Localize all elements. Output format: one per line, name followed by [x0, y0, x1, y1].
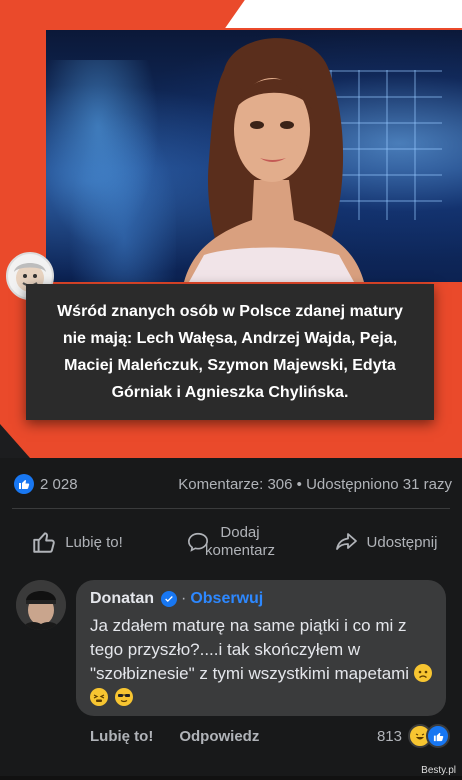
- like-count-icon: [14, 474, 34, 494]
- bottom-bar: [0, 776, 462, 780]
- comment-button-label-line2: komentarz: [204, 542, 276, 559]
- share-icon: [335, 533, 357, 550]
- divider: [12, 508, 450, 509]
- comment-button-label-line1: Dodaj: [220, 524, 260, 541]
- comment-footer: Lubię to! Odpowiedz 813: [90, 724, 450, 748]
- commenter-avatar[interactable]: [16, 580, 66, 630]
- comment-bubble: Donatan · Obserwuj Ja zdałem maturę na s…: [76, 580, 446, 716]
- post-actions: Lubię to! Dodaj komentarz Udostępnij: [0, 514, 462, 570]
- like-button[interactable]: Lubię to!: [0, 529, 154, 555]
- reactions-count: 813: [376, 727, 402, 745]
- sunglasses-face-emoji: [114, 688, 133, 706]
- comment-text: Ja zdałem maturę na same piątki i co mi …: [90, 614, 434, 710]
- verified-badge-icon: [161, 591, 177, 607]
- watermark: Besty.pl: [421, 765, 456, 776]
- like-button-label: Lubię to!: [65, 533, 123, 551]
- comment-reactions[interactable]: 813: [377, 724, 450, 748]
- comment-body: Ja zdałem maturę na same piątki i co mi …: [90, 616, 410, 683]
- comment-button[interactable]: Dodaj komentarz: [154, 524, 308, 560]
- decorative-corner: [0, 424, 30, 458]
- watermark-text: Besty.pl: [421, 765, 456, 776]
- comment-header: Donatan · Obserwuj: [90, 590, 263, 608]
- post-caption: Wśród znanych osób w Polsce zdanej matur…: [57, 303, 403, 401]
- follow-button[interactable]: Obserwuj: [190, 590, 263, 608]
- thumbs-up-icon: [33, 532, 56, 553]
- separator-dot: ·: [181, 590, 187, 607]
- like-count[interactable]: 2 028: [40, 476, 78, 493]
- post-image[interactable]: Wśród znanych osób w Polsce zdanej matur…: [0, 0, 462, 458]
- comments-shares-count[interactable]: Komentarze: 306 • Udostępniono 31 razy: [178, 476, 452, 493]
- background-lights: [46, 60, 176, 282]
- comment-reply-button[interactable]: Odpowiedz: [179, 728, 259, 745]
- share-button[interactable]: Udostępnij: [308, 530, 462, 554]
- tired-face-emoji: [90, 688, 108, 706]
- woman-portrait: [184, 38, 364, 282]
- sad-face-emoji: [413, 664, 432, 682]
- post-stats: 2 028 Komentarze: 306 • Udostępniono 31 …: [14, 470, 452, 498]
- comment-like-button[interactable]: Lubię to!: [90, 728, 153, 745]
- caption-box: Wśród znanych osób w Polsce zdanej matur…: [26, 284, 434, 420]
- like-reaction-icon: [426, 724, 450, 748]
- post-photo: [46, 30, 462, 282]
- share-button-label: Udostępnij: [366, 533, 438, 551]
- commenter-name[interactable]: Donatan: [90, 590, 154, 608]
- decorative-white-band: [225, 0, 462, 28]
